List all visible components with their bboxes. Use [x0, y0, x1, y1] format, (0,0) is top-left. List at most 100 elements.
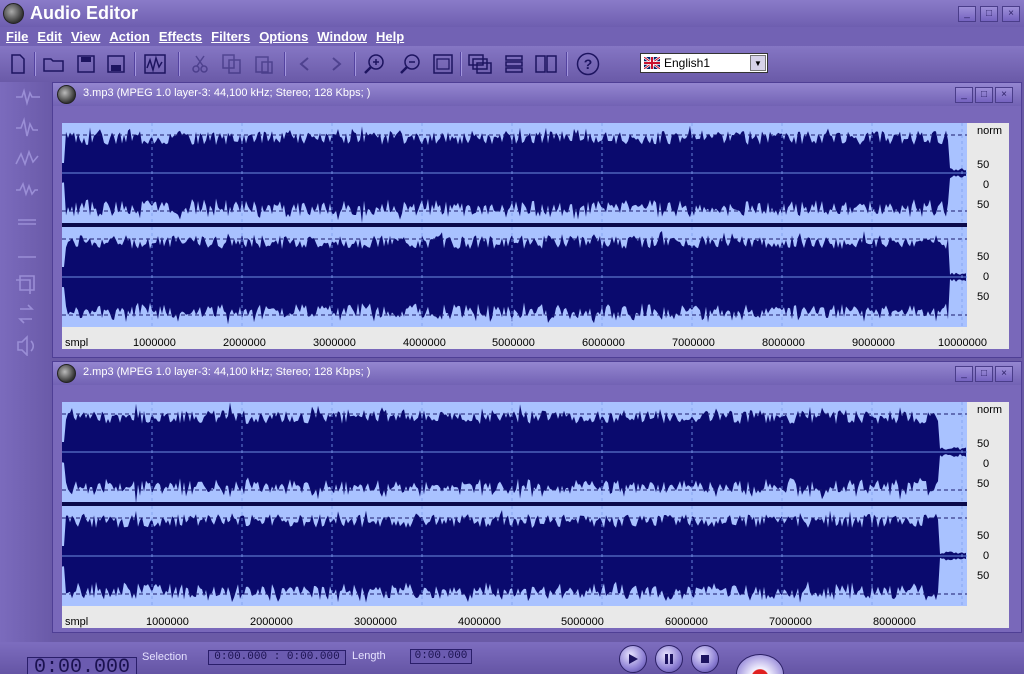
language-select[interactable]: English1 ▼ [640, 53, 768, 73]
ruler-tick: 3000000 [313, 337, 356, 349]
document-titlebar: 2.mp3 (MPEG 1.0 layer-3: 44,100 kHz; Ste… [53, 362, 1021, 385]
channel-left[interactable] [62, 123, 967, 223]
ruler-tick: 5000000 [492, 337, 535, 349]
ruler-tick: 5000000 [561, 616, 604, 628]
insert-silence-icon[interactable] [14, 241, 42, 263]
menu-edit[interactable]: Edit [37, 29, 62, 44]
channel-right[interactable] [62, 227, 967, 327]
menu-window[interactable]: Window [317, 29, 367, 44]
selection-label: Selection [142, 651, 188, 663]
copy-channel-icon[interactable] [14, 272, 42, 294]
sample-ruler: smpl 1000000 2000000 3000000 4000000 500… [62, 327, 1009, 349]
menu-filters[interactable]: Filters [211, 29, 250, 44]
toolbar-separator [354, 52, 356, 76]
redo-icon[interactable] [324, 52, 348, 76]
ruler-tick: 2000000 [223, 337, 266, 349]
sample-ruler: smpl 1000000 2000000 3000000 4000000 500… [62, 606, 1009, 628]
doc-close-button[interactable]: × [995, 366, 1013, 382]
fade-in-icon[interactable] [14, 148, 42, 170]
document-titlebar: 3.mp3 (MPEG 1.0 layer-3: 44,100 kHz; Ste… [53, 83, 1021, 106]
paste-icon[interactable] [252, 52, 276, 76]
help-icon[interactable]: ? [576, 52, 600, 76]
menu-view[interactable]: View [71, 29, 100, 44]
waveform-view[interactable] [62, 402, 967, 606]
cascade-windows-icon[interactable] [468, 52, 492, 76]
scale-norm-label: norm [977, 125, 1003, 137]
audio-file-icon [57, 85, 76, 104]
doc-minimize-button[interactable]: _ [955, 366, 973, 382]
selection-value: 0:00.000 : 0:00.000 [208, 650, 346, 665]
scale-tick: 0 [983, 550, 990, 562]
menu-bar: File Edit View Action Effects Filters Op… [0, 27, 1024, 46]
title-bar [0, 0, 1024, 27]
scale-tick: 0 [983, 271, 990, 283]
new-file-icon[interactable] [6, 52, 30, 76]
save-icon[interactable] [74, 52, 98, 76]
document-title: 2.mp3 (MPEG 1.0 layer-3: 44,100 kHz; Ste… [83, 366, 371, 378]
scale-tick: 50 [977, 291, 990, 303]
amplify-icon[interactable] [14, 86, 42, 108]
play-icon [629, 654, 638, 664]
channel-right[interactable] [62, 506, 967, 606]
toolbar-separator [460, 52, 462, 76]
scale-tick: 0 [983, 179, 990, 191]
language-value: English1 [664, 56, 711, 70]
save-as-icon[interactable] [104, 52, 128, 76]
cut-icon[interactable] [188, 52, 212, 76]
minimize-button[interactable]: _ [958, 6, 976, 22]
toolbar: ? [0, 46, 1024, 82]
menu-action[interactable]: Action [109, 29, 149, 44]
volume-icon[interactable] [14, 334, 42, 357]
audio-file-icon [57, 364, 76, 383]
doc-restore-button[interactable]: □ [975, 87, 993, 103]
tile-vertical-icon[interactable] [534, 52, 558, 76]
amplitude-scale: norm 50 0 50 50 0 50 [967, 123, 1009, 327]
waveform-view-icon[interactable] [143, 52, 167, 76]
fade-out-icon[interactable] [14, 179, 42, 201]
amplitude-scale: norm 50 0 50 50 0 50 [967, 402, 1009, 606]
svg-text:?: ? [584, 56, 593, 72]
scale-norm-label: norm [977, 404, 1003, 416]
length-label: Length [352, 650, 386, 662]
toolbar-separator [178, 52, 180, 76]
copy-icon[interactable] [220, 52, 244, 76]
menu-options[interactable]: Options [259, 29, 308, 44]
menu-help[interactable]: Help [376, 29, 404, 44]
ruler-tick: 4000000 [458, 616, 501, 628]
doc-restore-button[interactable]: □ [975, 366, 993, 382]
time-display: 0:00.000 [27, 657, 137, 674]
toolbar-separator [34, 52, 36, 76]
scale-tick: 50 [977, 438, 990, 450]
scale-tick: 50 [977, 159, 990, 171]
menu-file[interactable]: File [6, 29, 28, 44]
document-window-1: 3.mp3 (MPEG 1.0 layer-3: 44,100 kHz; Ste… [52, 82, 1022, 358]
chevron-down-icon[interactable]: ▼ [750, 55, 766, 71]
restore-button[interactable]: □ [980, 6, 998, 22]
tile-horizontal-icon[interactable] [502, 52, 526, 76]
menu-effects[interactable]: Effects [159, 29, 202, 44]
close-button[interactable]: × [1002, 6, 1020, 22]
ruler-tick: 8000000 [762, 337, 805, 349]
normalize-icon[interactable] [14, 117, 42, 139]
scale-tick: 50 [977, 570, 990, 582]
ruler-tick: 3000000 [354, 616, 397, 628]
reverse-icon[interactable] [14, 303, 42, 325]
ruler-tick: 7000000 [672, 337, 715, 349]
ruler-tick: 10000000 [938, 337, 987, 349]
open-folder-icon[interactable] [42, 52, 66, 76]
zoom-in-icon[interactable] [362, 52, 386, 76]
zoom-out-icon[interactable] [398, 52, 422, 76]
stop-button[interactable] [691, 645, 719, 673]
channel-left[interactable] [62, 402, 967, 502]
ruler-tick: 7000000 [769, 616, 812, 628]
ruler-tick: 8000000 [873, 616, 916, 628]
undo-icon[interactable] [293, 52, 317, 76]
waveform-view[interactable] [62, 123, 967, 327]
silence-icon[interactable] [14, 210, 42, 232]
doc-minimize-button[interactable]: _ [955, 87, 973, 103]
fit-window-icon[interactable] [431, 52, 455, 76]
play-button[interactable] [619, 645, 647, 673]
pause-button[interactable] [655, 645, 683, 673]
doc-close-button[interactable]: × [995, 87, 1013, 103]
pause-icon [665, 654, 673, 664]
